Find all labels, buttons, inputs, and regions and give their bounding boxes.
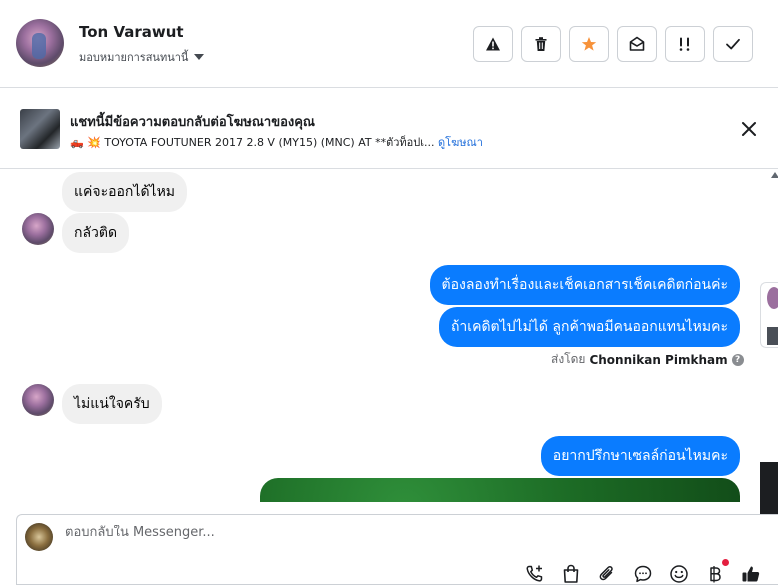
ad-description: TOYOTA FOUTUNER 2017 2.8 V (MY15) (MNC) … <box>104 136 435 149</box>
reply-input[interactable] <box>65 525 565 540</box>
sent-by-prefix: ส่งโดย <box>551 352 586 366</box>
star-button[interactable] <box>569 26 609 62</box>
assign-conversation-dropdown[interactable]: มอบหมายการสนทนานี้ <box>79 48 205 66</box>
trash-icon <box>535 37 547 51</box>
view-ad-link[interactable]: ดูโฆษณา <box>438 136 483 149</box>
envelope-open-icon <box>629 36 645 51</box>
assign-label: มอบหมายการสนทนานี้ <box>79 51 189 64</box>
scroll-up-arrow-icon[interactable] <box>771 172 778 178</box>
payment-button[interactable] <box>703 559 729 585</box>
close-banner-button[interactable] <box>738 118 760 140</box>
ad-thumbnail[interactable] <box>20 109 60 149</box>
image-attachment[interactable] <box>260 478 740 502</box>
message-thread[interactable]: แค่จะออกได้ไหม กลัวติด ต้องลองทำเรื่องแล… <box>0 170 778 502</box>
reply-composer <box>16 514 778 585</box>
messenger-conversation: Ton Varawut มอบหมายการสนทนานี้ แชทนี้มีข… <box>0 0 778 585</box>
info-icon[interactable]: ? <box>731 353 744 366</box>
shop-button[interactable] <box>559 563 583 585</box>
incoming-message[interactable]: กลัวติด <box>62 213 130 253</box>
phone-plus-icon <box>526 565 543 582</box>
ad-banner-title: แชทนี้มีข้อความตอบกลับต่อโฆษณาของคุณ <box>70 115 315 130</box>
ad-banner-subtitle: 🛻 💥 TOYOTA FOUTUNER 2017 2.8 V (MY15) (M… <box>70 133 483 151</box>
contact-name[interactable]: Ton Varawut <box>79 23 184 41</box>
paperclip-icon <box>599 565 613 581</box>
close-icon <box>742 122 756 136</box>
baht-icon <box>710 566 721 583</box>
conversation-header: Ton Varawut มอบหมายการสนทนานี้ <box>0 0 778 88</box>
chat-bubble-icon <box>634 565 652 583</box>
delete-button[interactable] <box>521 26 561 62</box>
outgoing-message[interactable]: ถ้าเคดิตไปไม่ได้ ลูกค้าพอมีคนออกแทนไหมคะ <box>438 307 740 347</box>
contact-avatar[interactable] <box>16 19 64 67</box>
sent-by-label: ส่งโดย Chonnikan Pimkham ? <box>551 350 744 369</box>
notification-dot <box>722 559 729 566</box>
emoji-button[interactable] <box>667 563 691 585</box>
report-button[interactable] <box>473 26 513 62</box>
avatar <box>767 287 778 309</box>
contact-avatar-small[interactable] <box>22 213 54 245</box>
side-panel-fragment <box>760 282 778 348</box>
follow-up-button[interactable] <box>665 26 705 62</box>
thumbnail <box>767 327 778 345</box>
ad-emojis: 🛻 💥 <box>70 136 101 149</box>
follow-up-icon <box>679 37 690 51</box>
outgoing-message[interactable]: ต้องลองทำเรื่องและเช็คเอกสารเช็คเคดิตก่อ… <box>429 265 740 305</box>
incoming-message[interactable]: ไม่แน่ใจครับ <box>62 384 162 424</box>
page-avatar <box>25 523 53 551</box>
warning-icon <box>486 37 500 51</box>
like-button[interactable] <box>739 563 763 585</box>
sender-name: Chonnikan Pimkham <box>589 352 728 367</box>
mark-unread-button[interactable] <box>617 26 657 62</box>
shopping-bag-icon <box>563 564 579 583</box>
star-icon <box>581 37 597 51</box>
caret-down-icon <box>194 54 205 60</box>
saved-replies-button[interactable] <box>631 563 655 585</box>
attach-button[interactable] <box>595 563 619 585</box>
composer-toolbar <box>523 559 763 585</box>
emoji-icon <box>670 565 688 583</box>
ad-reply-banner: แชทนี้มีข้อความตอบกลับต่อโฆษณาของคุณ 🛻 💥… <box>0 89 778 169</box>
outgoing-message[interactable]: อยากปรึกษาเซลล์ก่อนไหมคะ <box>540 436 740 476</box>
checkmark-icon <box>726 38 740 50</box>
mark-done-button[interactable] <box>713 26 753 62</box>
call-button[interactable] <box>523 563 547 585</box>
thumbs-up-icon <box>742 566 760 582</box>
contact-avatar-small[interactable] <box>22 384 54 416</box>
header-actions <box>473 26 753 62</box>
incoming-message[interactable]: แค่จะออกได้ไหม <box>62 172 188 212</box>
